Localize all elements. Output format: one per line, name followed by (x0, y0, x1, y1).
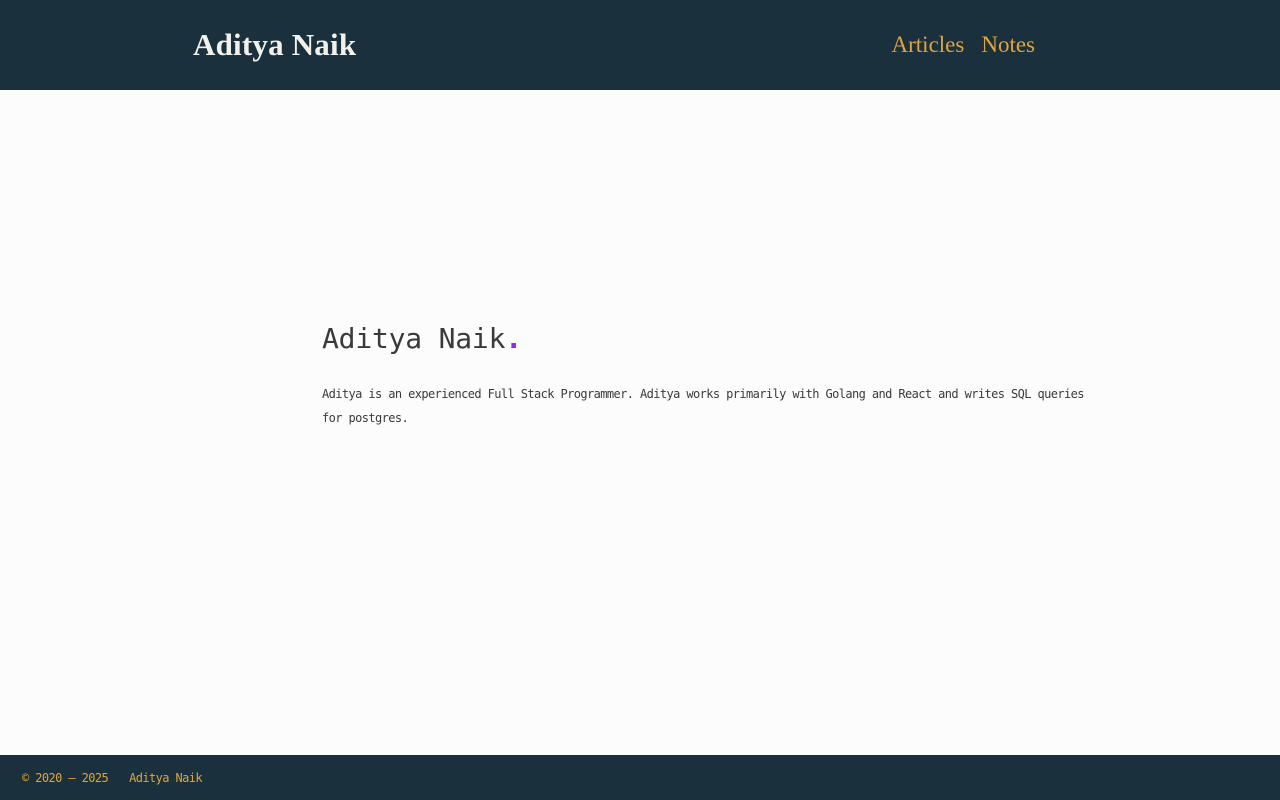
hero-title-period: . (505, 322, 522, 355)
main-nav: Articles Notes (892, 32, 1035, 58)
hero-section: Aditya Naik. Aditya is an experienced Fu… (322, 90, 1094, 430)
site-header: Aditya Naik Articles Notes (0, 0, 1280, 90)
site-logo[interactable]: Aditya Naik (193, 27, 356, 63)
site-footer: © 2020 – 2025 Aditya Naik (0, 755, 1280, 800)
page: Aditya Naik Articles Notes Aditya Naik. … (0, 0, 1280, 800)
footer-copyright: © 2020 – 2025 (22, 770, 109, 785)
hero-title-text: Aditya Naik (322, 322, 506, 355)
hero-description: Aditya is an experienced Full Stack Prog… (322, 386, 1084, 425)
footer-owner-link[interactable]: Aditya Naik (129, 771, 202, 785)
main-content: Aditya Naik. Aditya is an experienced Fu… (0, 90, 1280, 755)
nav-link-articles[interactable]: Articles (892, 32, 965, 58)
nav-link-notes[interactable]: Notes (981, 32, 1035, 58)
hero-title: Aditya Naik. (322, 322, 1094, 356)
